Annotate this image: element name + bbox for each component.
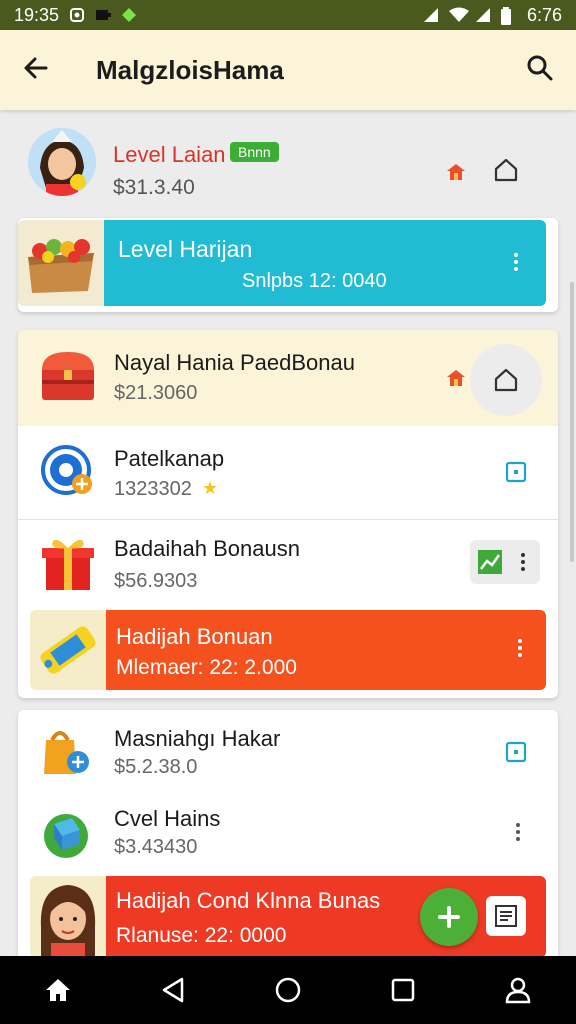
checkbox-icon[interactable] bbox=[504, 740, 528, 764]
profile-nav-icon[interactable] bbox=[498, 970, 538, 1010]
star-icon: ★ bbox=[202, 478, 219, 498]
app-bar: MalgzloisHama bbox=[0, 30, 576, 110]
page-title: MalgzloisHama bbox=[96, 54, 284, 85]
rewards-card: Nayal Hania PaedBonau $21.3060 Patelkana… bbox=[18, 330, 558, 698]
cellular-icon bbox=[475, 7, 491, 23]
banner-card-teal[interactable]: Level Harijan Snlpbs 12: 0040 bbox=[18, 218, 558, 312]
item-value: $5.2.38.0 bbox=[114, 756, 198, 778]
item-title: Patelkanap bbox=[114, 446, 225, 471]
status-battery: 6:76 bbox=[526, 4, 562, 25]
search-icon[interactable] bbox=[526, 54, 554, 87]
list-item[interactable]: Patelkanap 1323302 ★ bbox=[18, 426, 558, 520]
house-small-icon[interactable] bbox=[446, 162, 466, 182]
gift-box-icon bbox=[38, 532, 98, 592]
banner-teal-subtitle: Snlpbs 12: 0040 bbox=[242, 270, 387, 292]
list-item[interactable]: Nayal Hania PaedBonau $21.3060 bbox=[18, 330, 558, 426]
home-outline-icon[interactable] bbox=[488, 152, 524, 188]
more-options-icon[interactable] bbox=[508, 636, 532, 660]
back-arrow-icon[interactable] bbox=[22, 54, 50, 87]
app-notification-icon bbox=[121, 7, 137, 23]
system-nav-bar bbox=[0, 956, 576, 1024]
woman-avatar-icon bbox=[30, 876, 106, 956]
recents-nav-icon[interactable] bbox=[383, 970, 423, 1010]
bonus-card: Masniahgı Hakar $5.2.38.0 Cvel Hains $3.… bbox=[18, 710, 558, 956]
shop-bag-icon bbox=[38, 722, 98, 782]
notification-icon bbox=[69, 7, 85, 23]
content-scroll[interactable]: Level Laian Bnnn $31.3.40 Level Harijan … bbox=[0, 112, 576, 956]
home-nav-icon[interactable] bbox=[38, 970, 78, 1010]
chart-up-icon bbox=[478, 550, 502, 574]
signal-icon bbox=[423, 7, 439, 23]
status-bar: 19:35 6:76 bbox=[0, 0, 576, 30]
list-item[interactable]: Masniahgı Hakar $5.2.38.0 bbox=[18, 710, 558, 794]
banner-teal-title: Level Harijan bbox=[118, 236, 253, 262]
item-title: Cvel Hains bbox=[114, 806, 221, 831]
globe-icon bbox=[38, 442, 98, 502]
item-title: Masniahgı Hakar bbox=[114, 726, 281, 751]
banner-red-title: Hadijah Cond Klnna Bunas bbox=[116, 888, 381, 913]
more-options-icon[interactable] bbox=[506, 820, 530, 844]
home-circle-nav-icon[interactable] bbox=[268, 970, 308, 1010]
item-value: $3.43430 bbox=[114, 836, 198, 858]
item-title: Nayal Hania PaedBonau bbox=[114, 350, 355, 375]
banner-orange[interactable]: Hadijah Bonuan Mlemaer: 22: 2.000 bbox=[30, 610, 546, 690]
banner-teal[interactable]: Level Harijan Snlpbs 12: 0040 bbox=[18, 220, 546, 306]
fruit-crate-icon bbox=[18, 220, 104, 306]
profile-amount: $31.3.40 bbox=[113, 176, 195, 199]
item-title: Badaihah Bonausn bbox=[114, 536, 300, 561]
list-item[interactable]: Badaihah Bonausn $56.9303 bbox=[18, 520, 558, 612]
item-value: $56.9303 bbox=[114, 570, 198, 592]
plus-icon bbox=[438, 906, 460, 928]
banner-red-subtitle: Rlanuse: 22: 0000 bbox=[116, 924, 287, 947]
ticket-icon bbox=[30, 610, 106, 690]
item-value: $21.3060 bbox=[114, 382, 198, 404]
avatar bbox=[28, 128, 96, 196]
profile-level: Level Laian bbox=[113, 142, 226, 167]
scrollbar[interactable] bbox=[570, 282, 574, 562]
battery-icon bbox=[500, 7, 517, 25]
add-fab-button[interactable] bbox=[420, 888, 478, 946]
house-small-icon[interactable] bbox=[446, 368, 466, 388]
media-icon bbox=[95, 7, 112, 23]
item-action-button[interactable] bbox=[470, 540, 540, 584]
status-time: 19:35 bbox=[14, 4, 60, 25]
more-options-icon[interactable] bbox=[504, 250, 528, 274]
wifi-icon bbox=[448, 7, 469, 23]
profile-header[interactable]: Level Laian Bnnn $31.3.40 bbox=[18, 122, 558, 212]
banner-orange-title: Hadijah Bonuan bbox=[116, 624, 273, 649]
home-outline-icon[interactable] bbox=[470, 344, 542, 416]
treasure-chest-icon bbox=[38, 346, 98, 406]
banner-red[interactable]: Hadijah Cond Klnna Bunas Rlanuse: 22: 00… bbox=[30, 876, 546, 956]
banner-orange-subtitle: Mlemaer: 22: 2.000 bbox=[116, 656, 297, 679]
gem-cube-icon bbox=[38, 804, 98, 864]
list-item[interactable]: Cvel Hains $3.43430 bbox=[18, 794, 558, 878]
document-icon[interactable] bbox=[486, 896, 526, 936]
status-badge: Bnnn bbox=[230, 142, 279, 162]
checkbox-icon[interactable] bbox=[504, 460, 528, 484]
item-value: 1323302 bbox=[114, 478, 192, 500]
more-options-icon[interactable] bbox=[511, 550, 535, 574]
back-nav-icon[interactable] bbox=[153, 970, 193, 1010]
